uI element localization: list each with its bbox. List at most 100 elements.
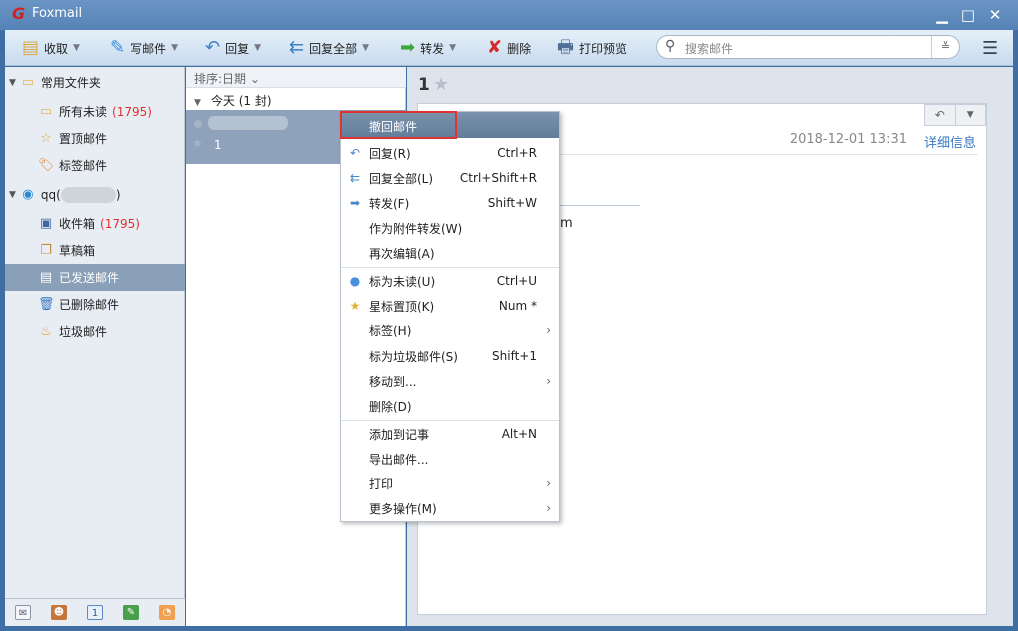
message-subject: 1 [214,138,222,152]
folder-inbox[interactable]: ▣ 收件箱 (1795) [5,210,185,237]
menu-separator [341,420,559,421]
delete-button[interactable]: ✘删除 [487,30,531,66]
sort-dropdown[interactable]: 排序:日期 ⌄ [186,67,406,88]
read-status-dot-icon[interactable] [194,120,202,128]
reply-label: 回复 [225,40,249,57]
reply-all-icon: ⇇ [289,39,304,57]
menu-item-forward-as-attachment[interactable]: 作为附件转发(W) [341,216,559,240]
title-bar: G Foxmail ▁ □ ✕ [0,0,1018,30]
collapse-triangle-icon[interactable]: ▼ [194,98,201,108]
menu-label: 移动到... [369,373,559,390]
menu-item-edit-again[interactable]: 再次编辑(A) [341,241,559,265]
minimize-button[interactable]: ▁ [932,5,952,25]
rss-icon[interactable]: ◔ [159,605,175,620]
star-icon: ★ [341,299,369,313]
reply-button[interactable]: ↶ 回复 ▼ [205,30,261,66]
print-preview-button[interactable]: 🖶打印预览 [557,30,627,66]
reply-icon: ↶ [205,39,220,57]
contacts-icon[interactable]: ☻ [51,605,67,620]
folder-label: 草稿箱 [59,242,95,259]
reply-all-button[interactable]: ⇇回复全部▼ [289,30,369,66]
menu-label: 更多操作(M) [369,500,559,517]
menu-item-reply-all[interactable]: ⇇回复全部(L)Ctrl+Shift+R [341,166,559,190]
folder-label: 垃圾邮件 [59,323,107,340]
recall-email-menu-item[interactable]: 撤回邮件 [340,111,457,139]
receive-button[interactable]: ▤收取▼ [22,30,80,66]
chevron-down-icon[interactable]: ▼ [171,43,178,53]
star-icon[interactable]: ★ [192,136,203,150]
menu-item-mark-junk[interactable]: 标为垃圾邮件(S)Shift+1 [341,344,559,368]
reply-actions: ↶ ▼ [924,104,986,126]
menu-label: 再次编辑(A) [369,245,559,262]
menu-shortcut: Ctrl+U [497,274,537,288]
menu-item-reply[interactable]: ↶回复(R)Ctrl+R [341,141,559,165]
calendar-icon[interactable]: 1 [87,605,103,620]
menu-item-add-to-notes[interactable]: 添加到记事Alt+N [341,422,559,446]
menu-item-delete[interactable]: 删除(D) [341,394,559,418]
menu-item-mark-unread[interactable]: ●标为未读(U)Ctrl+U [341,269,559,293]
menu-shortcut: Ctrl+Shift+R [460,171,537,185]
star-icon[interactable]: ★ [433,74,449,95]
reply-icon[interactable]: ↶ [925,105,955,125]
folder-label: 收件箱 [59,215,95,232]
close-button[interactable]: ✕ [985,5,1005,25]
menu-shortcut: Ctrl+R [497,146,537,160]
chevron-down-icon[interactable]: ▼ [955,105,986,125]
expand-search-icon[interactable]: ≚ [931,36,959,58]
menu-label: 作为附件转发(W) [369,220,559,237]
printer-icon: 🖶 [557,39,574,57]
folder-label: 标签邮件 [59,157,107,174]
reply-all-icon: ⇇ [341,171,369,185]
menu-item-star[interactable]: ★星标置顶(K)Num * [341,294,559,318]
menu-shortcut: Shift+1 [492,349,537,363]
email-subject: 1 [418,75,430,95]
group-header-today[interactable]: ▼今天 (1 封) [186,88,406,110]
maximize-button[interactable]: □ [958,5,978,25]
compose-label: 写邮件 [130,40,166,57]
chevron-down-icon[interactable]: ▼ [362,43,369,53]
menu-item-forward[interactable]: ➡转发(F)Shift+W [341,191,559,215]
account-label: qq( [41,188,61,202]
chevron-down-icon[interactable]: ▼ [449,43,456,53]
chevron-right-icon: › [546,501,551,515]
search-input[interactable]: 搜索邮件 [685,40,733,57]
collapse-triangle-icon[interactable]: ▼ [9,78,16,88]
unread-count: (1795) [100,217,140,231]
folder-deleted[interactable]: 🗑已删除邮件 [5,291,185,318]
inbox-icon: ▣ [38,216,54,231]
sort-label: 排序:日期 [194,72,246,86]
menu-item-more-actions[interactable]: 更多操作(M)› [341,496,559,520]
menu-item-export[interactable]: 导出邮件... [341,447,559,471]
context-menu: 撤回邮件 ↶回复(R)Ctrl+R ⇇回复全部(L)Ctrl+Shift+R ➡… [340,111,560,522]
menu-item-print[interactable]: 打印› [341,471,559,495]
menu-item-move-to[interactable]: 移动到...› [341,369,559,393]
menu-label: 打印 [369,475,559,492]
menu-label: 标签(H) [369,322,559,339]
mail-icon[interactable]: ✉ [15,605,31,620]
chevron-right-icon: › [546,374,551,388]
chevron-down-icon[interactable]: ▼ [73,43,80,53]
folder-junk[interactable]: ♨垃圾邮件 [5,318,185,345]
folder-starred[interactable]: ☆置顶邮件 [5,125,185,152]
chevron-down-icon[interactable]: ▼ [254,43,261,53]
folder-tagged[interactable]: 🏷 标签邮件 [5,152,185,179]
account-label-end: ) [116,188,121,202]
collapse-triangle-icon[interactable]: ▼ [9,190,16,200]
delete-x-icon: ✘ [487,39,502,57]
menu-shortcut: Shift+W [488,196,537,210]
tag-icon: 🏷 [38,158,54,173]
receive-label: 收取 [44,40,68,57]
account-qq[interactable]: ▼◉qq() [5,181,185,208]
folder-drafts[interactable]: ❐草稿箱 [5,237,185,264]
menu-item-tag[interactable]: 标签(H)› [341,318,559,342]
main-menu-icon[interactable]: ☰ [982,38,998,59]
notes-icon[interactable]: ✎ [123,605,139,620]
details-link[interactable]: 详细信息 [924,132,976,151]
forward-button[interactable]: ➡转发▼ [400,30,456,66]
search-box[interactable]: ⚲ 搜索邮件 ≚ [656,35,960,59]
compose-button[interactable]: ✎写邮件▼ [110,30,178,66]
folder-group-common[interactable]: ▼▭常用文件夹 [5,69,185,96]
folder-all-unread[interactable]: ▭所有未读(1795) [5,98,185,125]
folder-sent[interactable]: ▤已发送邮件 [5,264,185,291]
folder-label: 所有未读 [59,103,107,120]
